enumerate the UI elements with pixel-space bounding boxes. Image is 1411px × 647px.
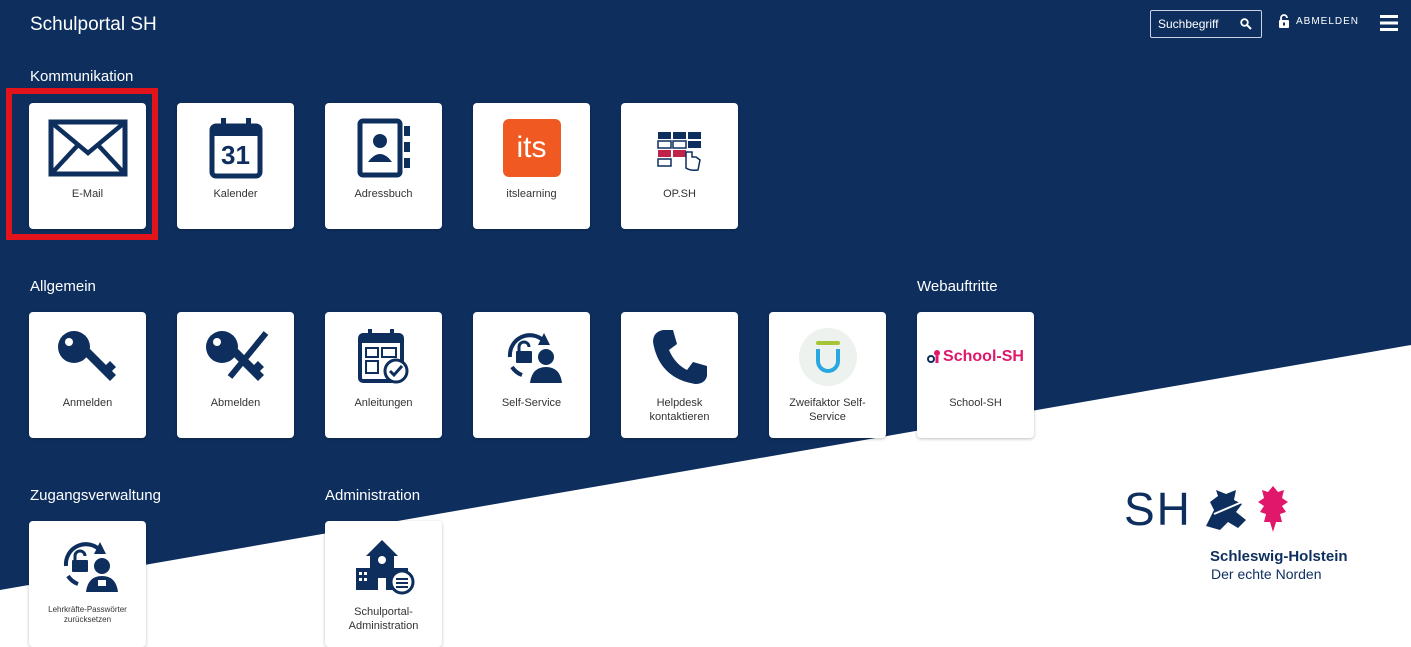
tile-school-sh[interactable]: School-SH School-SH — [917, 312, 1034, 438]
logout-label: ABMELDEN — [1296, 15, 1360, 27]
lock-icon — [1279, 14, 1289, 28]
section-title-webauftritte: Webauftritte — [917, 278, 998, 295]
tile-zweifaktor[interactable]: Zweifaktor Self-Service — [769, 312, 886, 438]
tile-label: OP.SH — [663, 188, 696, 200]
tile-label: Self-Service — [501, 397, 562, 409]
password-reset-user-icon — [56, 535, 120, 597]
table-grid-hand-icon — [652, 117, 708, 179]
itslearning-logo-icon: its — [502, 117, 561, 179]
schleswig-holstein-logo: SH — [1124, 482, 1290, 536]
zweifaktor-logo-icon — [798, 326, 858, 388]
tile-label: Helpdesk kontaktieren — [649, 397, 710, 423]
phone-icon — [649, 326, 711, 388]
calendar-icon: 31 — [209, 117, 263, 179]
tile-label: itslearning — [506, 188, 557, 200]
tile-schulportal-administration[interactable]: Schulportal-Administration — [325, 521, 442, 647]
tile-label: School-SH — [949, 397, 1002, 409]
key-icon — [54, 326, 122, 388]
search-input[interactable]: Suchbegriff — [1150, 10, 1262, 38]
tile-kalender[interactable]: 31 Kalender — [177, 103, 294, 229]
school-sh-logo-icon: School-SH — [927, 326, 1024, 388]
app-title: Schulportal SH — [30, 14, 157, 35]
tile-label: Lehrkräfte-Passwörter zurücksetzen — [48, 605, 127, 624]
section-title-zugangsverwaltung: Zugangsverwaltung — [30, 487, 161, 504]
tile-anleitungen[interactable]: Anleitungen — [325, 312, 442, 438]
tile-self-service[interactable]: Self-Service — [473, 312, 590, 438]
tile-anmelden[interactable]: Anmelden — [29, 312, 146, 438]
tile-label: Kalender — [213, 188, 258, 200]
school-sh-logo-text: School-SH — [943, 348, 1024, 365]
tile-label: Anmelden — [62, 397, 113, 409]
tile-lehrkraefte-passwoerter[interactable]: Lehrkräfte-Passwörter zurücksetzen — [29, 521, 146, 647]
logout-button[interactable]: ABMELDEN — [1278, 14, 1359, 28]
sh-logo-letters: SH — [1124, 483, 1192, 535]
tile-opsh[interactable]: OP.SH — [621, 103, 738, 229]
school-building-icon — [352, 535, 416, 597]
calendar-check-icon — [356, 326, 412, 388]
search-label: Suchbegriff — [1158, 17, 1219, 31]
calendar-day: 31 — [221, 139, 250, 170]
state-slogan: Der echte Norden — [1211, 566, 1322, 582]
tile-abmelden[interactable]: Abmelden — [177, 312, 294, 438]
tile-label: Schulportal-Administration — [348, 606, 419, 632]
state-name: Schleswig-Holstein — [1210, 548, 1348, 565]
tile-label: Adressbuch — [354, 188, 413, 200]
tile-adressbuch[interactable]: Adressbuch — [325, 103, 442, 229]
tile-label: Abmelden — [210, 397, 261, 409]
section-title-kommunikation: Kommunikation — [30, 68, 134, 85]
itslearning-logo: its — [502, 119, 561, 177]
lion-crest-icon — [1205, 490, 1246, 530]
key-crossed-icon — [202, 326, 270, 388]
tile-helpdesk[interactable]: Helpdesk kontaktieren — [621, 312, 738, 438]
section-title-allgemein: Allgemein — [30, 278, 96, 295]
search-icon[interactable] — [1240, 18, 1252, 30]
nettle-leaf-icon — [1257, 486, 1288, 532]
section-title-administration: Administration — [325, 487, 421, 504]
tile-itslearning[interactable]: its itslearning — [473, 103, 590, 229]
hamburger-menu-icon[interactable] — [1380, 15, 1398, 31]
tile-label: Zweifaktor Self-Service — [789, 397, 866, 423]
tile-label: Anleitungen — [354, 397, 413, 409]
self-service-user-icon — [500, 326, 564, 388]
address-book-icon — [354, 117, 414, 179]
highlight-frame — [6, 88, 158, 240]
